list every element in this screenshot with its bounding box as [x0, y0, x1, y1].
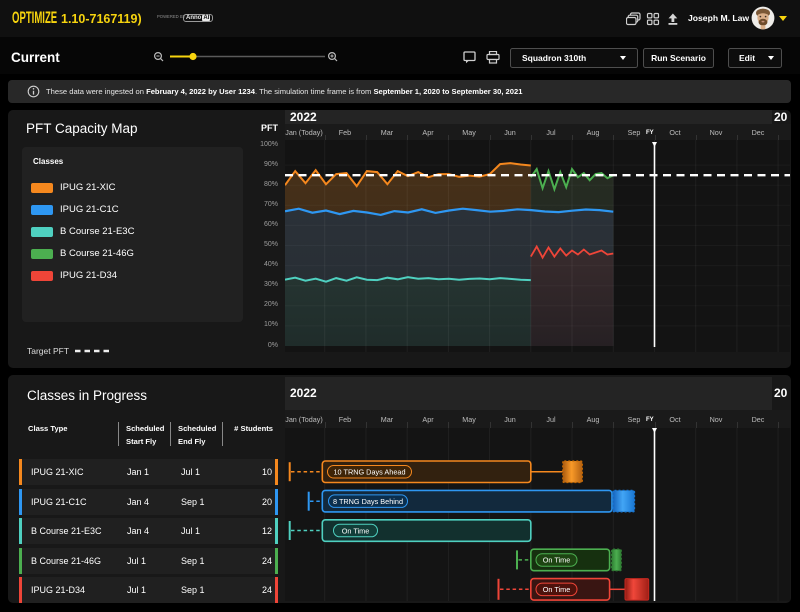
svg-text:10 TRNG Days Ahead: 10 TRNG Days Ahead: [333, 468, 405, 477]
svg-text:On Time: On Time: [543, 556, 571, 565]
svg-text:On Time: On Time: [543, 585, 571, 594]
svg-text:On Time: On Time: [342, 526, 370, 535]
svg-text:8 TRNG Days Behind: 8 TRNG Days Behind: [333, 497, 403, 506]
